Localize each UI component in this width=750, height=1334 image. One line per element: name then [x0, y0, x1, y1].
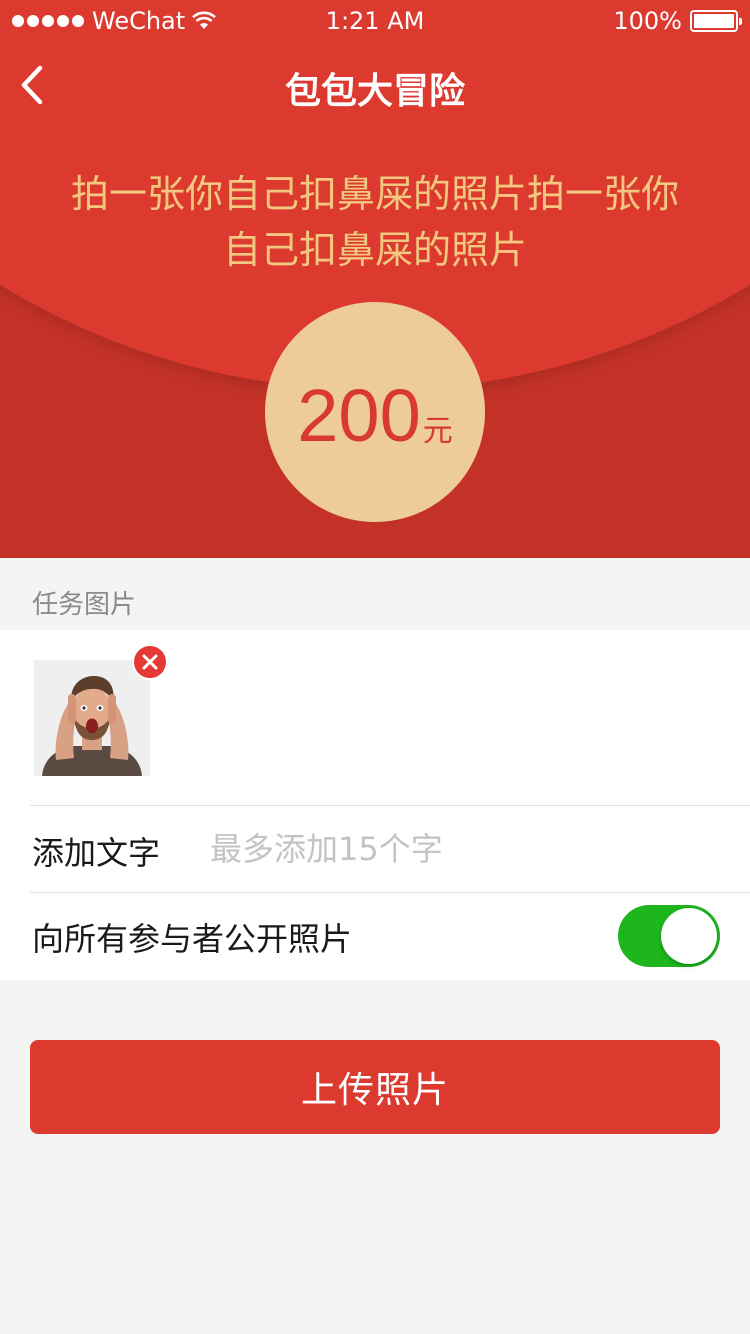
divider — [30, 805, 750, 806]
divider — [30, 892, 750, 893]
reward-amount: 200 — [297, 373, 421, 457]
add-text-label: 添加文字 — [32, 834, 161, 872]
reward-coin: 200 元 — [265, 302, 485, 522]
upload-photo-button[interactable]: 上传照片 — [30, 1040, 720, 1134]
status-bar: WeChat 1:21 AM 100% — [0, 0, 750, 40]
task-photo-thumbnail[interactable] — [34, 660, 150, 776]
chevron-left-icon — [21, 65, 43, 105]
task-image-section-label: 任务图片 — [32, 590, 137, 620]
nav-bar: 包包大冒险 — [0, 50, 750, 120]
battery-percent: 100% — [613, 7, 682, 35]
reward-unit: 元 — [422, 414, 453, 449]
public-photo-toggle[interactable] — [618, 905, 720, 967]
red-envelope-header: WeChat 1:21 AM 100% 包包大冒险 拍一张你自己扣鼻屎的照片拍一… — [0, 0, 750, 558]
public-photo-label: 向所有参与者公开照片 — [32, 920, 353, 958]
page-title: 包包大冒险 — [284, 71, 465, 112]
task-form-card: 添加文字 向所有参与者公开照片 — [0, 630, 750, 980]
toggle-knob — [661, 908, 717, 964]
back-button[interactable] — [14, 60, 54, 110]
task-photo-item[interactable] — [34, 644, 168, 776]
add-text-input[interactable] — [210, 822, 710, 876]
status-right: 100% — [613, 7, 742, 35]
battery-icon — [690, 10, 742, 32]
close-icon — [142, 654, 158, 670]
surprised-person-photo — [34, 660, 150, 776]
task-description: 拍一张你自己扣鼻屎的照片拍一张你自己扣鼻屎的照片 — [70, 172, 679, 272]
remove-photo-button[interactable] — [132, 644, 168, 680]
